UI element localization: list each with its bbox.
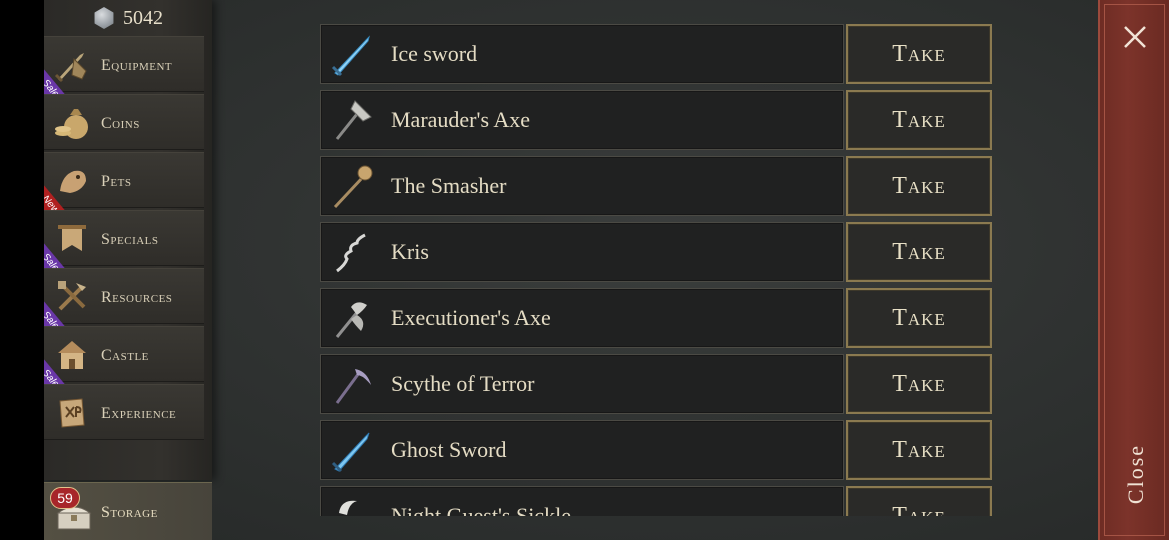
close-label-wrap: Close [1100,0,1169,540]
currency-display: 5042 [44,0,212,36]
take-button[interactable]: Take [846,354,992,414]
list-item: The Smasher Take [320,156,992,216]
sword-shield-icon [52,45,92,85]
sickle-icon [339,500,357,515]
close-button[interactable]: Close [1098,0,1169,540]
sidebar-item-label: Pets [101,173,132,190]
item-name-cell: Executioner's Axe [320,288,844,348]
item-name-cell: Scythe of Terror [320,354,844,414]
item-name-cell: Night Guest's Sickle [320,486,844,516]
tools-icon [52,277,92,317]
currency-amount: 5042 [123,6,163,29]
storage-item-list[interactable]: Ice sword Take Marauder's Axe Take The S… [320,24,992,516]
item-name-cell: Kris [320,222,844,282]
sidebar-item-label: Resources [101,289,173,306]
list-item: Ice sword Take [320,24,992,84]
kris-icon [336,233,366,273]
item-name-cell: Marauder's Axe [320,90,844,150]
game-screen: 5042 Sale Equipment Coins New Pets Sale … [44,0,1169,540]
storage-count-badge: 59 [50,487,80,509]
take-button[interactable]: Take [846,90,992,150]
shop-sidebar: 5042 Sale Equipment Coins New Pets Sale … [44,0,212,480]
ice-sword-icon [331,35,370,77]
take-button[interactable]: Take [846,222,992,282]
double-axe-icon [335,302,367,338]
sidebar-item-pets[interactable]: New Pets [44,152,204,227]
pet-icon [52,161,92,201]
sidebar-item-storage[interactable]: 59 Storage [44,482,212,540]
take-button[interactable]: Take [846,24,992,84]
item-name-cell: Ice sword [320,24,844,84]
sidebar-item-experience[interactable]: Experience [44,384,204,440]
close-label: Close [1122,443,1148,505]
list-item: Scythe of Terror Take [320,354,992,414]
axe-icon [335,100,372,140]
sidebar-item-castle[interactable]: Sale Castle [44,326,204,401]
coin-bag-icon [52,103,92,143]
take-button[interactable]: Take [846,420,992,480]
sidebar-item-equipment[interactable]: Sale Equipment [44,36,204,111]
item-name-cell: Ghost Sword [320,420,844,480]
sidebar-item-specials[interactable]: Sale Specials [44,210,204,285]
list-item: Night Guest's Sickle Take [320,486,992,516]
sidebar-item-coins[interactable]: Coins [44,94,204,150]
item-name: Scythe of Terror [391,371,535,396]
mace-icon [333,165,373,209]
sidebar-item-label: Castle [101,347,149,364]
sidebar-item-label: Storage [101,504,158,521]
take-button[interactable]: Take [846,288,992,348]
list-item: Kris Take [320,222,992,282]
xp-scroll-icon [52,393,92,433]
list-item: Executioner's Axe Take [320,288,992,348]
item-name: Ice sword [391,41,478,66]
silver-gem-icon [94,7,114,29]
list-item: Ghost Sword Take [320,420,992,480]
scythe-icon [335,369,371,404]
ghost-sword-icon [331,432,370,473]
sidebar-item-label: Equipment [101,57,173,74]
list-item: Marauder's Axe Take [320,90,992,150]
sidebar-item-label: Specials [101,231,159,248]
item-name: Ghost Sword [391,437,507,462]
item-name-cell: The Smasher [320,156,844,216]
item-name: Kris [391,239,429,264]
item-name: The Smasher [391,173,507,198]
sidebar-item-label: Experience [101,405,177,422]
item-name: Executioner's Axe [391,305,551,330]
take-button[interactable]: Take [846,486,992,516]
banner-icon [52,219,92,259]
sidebar-item-label: Coins [101,115,140,132]
castle-icon [52,335,92,375]
take-button[interactable]: Take [846,156,992,216]
item-name: Night Guest's Sickle [391,503,571,516]
item-name: Marauder's Axe [391,107,530,132]
sidebar-item-resources[interactable]: Sale Resources [44,268,204,343]
